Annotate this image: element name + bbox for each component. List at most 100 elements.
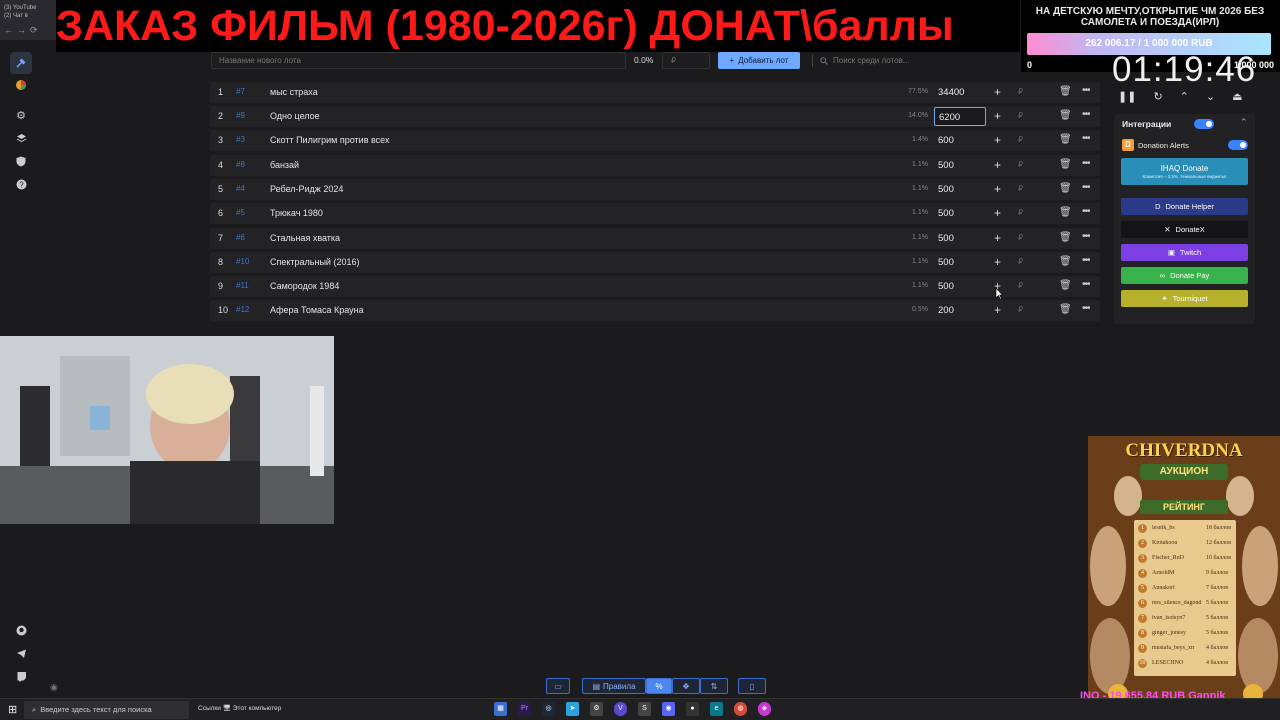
archive-button[interactable]: ▭ xyxy=(546,678,570,694)
currency-input[interactable]: ₽ xyxy=(1018,160,1023,169)
trash-icon[interactable]: 🗑 xyxy=(1059,86,1072,97)
new-lot-amount-input[interactable]: ₽ xyxy=(662,52,710,69)
integrations-toggle[interactable] xyxy=(1194,119,1214,129)
lot-amount[interactable]: 500 xyxy=(934,253,986,272)
lot-amount[interactable]: 200 xyxy=(934,301,986,320)
add-lot-button[interactable]: + Добавить лот xyxy=(718,52,800,69)
lot-amount[interactable]: 500 xyxy=(934,277,986,296)
lot-name[interactable]: Скотт Пилигрим против всех xyxy=(270,135,389,145)
chevron-down-icon[interactable]: ⌄ xyxy=(1206,90,1215,106)
taskbar-links[interactable]: Ссылки 🖥 Этот компьютер xyxy=(198,704,281,712)
add-amount-icon[interactable]: + xyxy=(994,133,1001,147)
telegram-icon[interactable] xyxy=(10,642,32,664)
add-amount-icon[interactable]: + xyxy=(994,182,1001,196)
start-icon[interactable]: ⊞ xyxy=(8,703,17,716)
ihaq-donate-button[interactable]: IHAQ Donate Комиссия – 3,5%. Уникальные … xyxy=(1121,158,1248,185)
more-icon[interactable]: ••• xyxy=(1082,158,1090,169)
discord-app-icon[interactable]: ◉ xyxy=(662,702,675,716)
add-amount-icon[interactable]: + xyxy=(994,303,1001,317)
lot-amount[interactable]: 500 xyxy=(934,229,986,248)
trash-icon[interactable]: 🗑 xyxy=(1059,110,1072,121)
help-icon[interactable]: ? xyxy=(10,173,32,195)
trash-icon[interactable]: 🗑 xyxy=(1059,280,1072,291)
donate-pay-button[interactable]: ∞ Donate Pay xyxy=(1121,267,1248,284)
new-lot-input[interactable]: Название нового лота xyxy=(211,52,626,69)
lot-name[interactable]: Трюкач 1980 xyxy=(270,208,323,218)
more-icon[interactable]: ••• xyxy=(1082,255,1090,266)
add-amount-icon[interactable]: + xyxy=(994,231,1001,245)
add-amount-icon[interactable]: + xyxy=(994,109,1001,123)
calculator-app-icon[interactable]: ▦ xyxy=(494,702,507,716)
more-icon[interactable]: ••• xyxy=(1082,279,1090,290)
browser-tab-chat[interactable]: (2) Чат в xyxy=(4,13,28,19)
lot-amount[interactable]: 500 xyxy=(934,156,986,175)
currency-input[interactable]: ₽ xyxy=(1018,87,1023,96)
back-icon[interactable]: ← xyxy=(4,25,13,35)
gear-icon[interactable]: ⚙ xyxy=(10,104,32,126)
lot-amount[interactable]: 600 xyxy=(934,131,986,150)
pause-icon[interactable]: ❚❚ xyxy=(1118,90,1136,106)
collapse-icon[interactable]: ⌃ xyxy=(1240,117,1248,128)
trash-icon[interactable]: 🗑 xyxy=(1059,183,1072,194)
more-icon[interactable]: ••• xyxy=(1082,133,1090,144)
move-button[interactable]: ✥ xyxy=(672,678,700,694)
lot-name[interactable]: Стальная хватка xyxy=(270,233,340,243)
chrome-app-icon[interactable]: ◍ xyxy=(734,702,747,716)
add-amount-icon[interactable]: + xyxy=(994,85,1001,99)
obs-app-icon[interactable]: ● xyxy=(686,702,699,716)
more-icon[interactable]: ••• xyxy=(1082,206,1090,217)
double-chevron-up-icon[interactable]: ⏏ xyxy=(1232,90,1242,106)
reload-icon[interactable]: ⟳ xyxy=(30,25,38,36)
lot-name[interactable]: банзай xyxy=(270,160,299,170)
donate-helper-button[interactable]: D Donate Helper xyxy=(1121,198,1248,215)
voice-app-icon[interactable]: S xyxy=(638,702,651,716)
currency-input[interactable]: ₽ xyxy=(1018,208,1023,217)
currency-input[interactable]: ₽ xyxy=(1018,305,1023,314)
currency-input[interactable]: ₽ xyxy=(1018,184,1023,193)
lot-name[interactable]: Самородок 1984 xyxy=(270,281,339,291)
settings-app-icon[interactable]: ⚙ xyxy=(590,702,603,716)
percent-button[interactable]: % xyxy=(646,678,672,694)
tourniquet-button[interactable]: ✦ Tourniquet xyxy=(1121,290,1248,307)
clear-button[interactable]: ▯ xyxy=(738,678,766,694)
shield-icon[interactable] xyxy=(10,150,32,172)
steam-app-icon[interactable]: ◎ xyxy=(542,702,555,716)
add-amount-icon[interactable]: + xyxy=(994,206,1001,220)
visibility-icon[interactable]: ◉ xyxy=(50,682,58,693)
currency-input[interactable]: ₽ xyxy=(1018,281,1023,290)
layers-icon[interactable] xyxy=(10,127,32,149)
trash-icon[interactable]: 🗑 xyxy=(1059,207,1072,218)
edge-app-icon[interactable]: e xyxy=(710,702,723,716)
forward-icon[interactable]: → xyxy=(17,25,26,35)
chevron-up-icon[interactable]: ⌃ xyxy=(1180,90,1189,106)
trash-icon[interactable]: 🗑 xyxy=(1059,304,1072,315)
donatex-button[interactable]: ✕ DonateX xyxy=(1121,221,1248,238)
more-icon[interactable]: ••• xyxy=(1082,85,1090,96)
premiere-app-icon[interactable]: Pr xyxy=(518,702,531,716)
trash-icon[interactable]: 🗑 xyxy=(1059,232,1072,243)
rules-button[interactable]: ▤ Правила xyxy=(582,678,646,694)
lot-name[interactable]: Ребел-Ридж 2024 xyxy=(270,184,343,194)
currency-input[interactable]: ₽ xyxy=(1018,111,1023,120)
sort-button[interactable]: ⇅ xyxy=(700,678,728,694)
search-lots-input[interactable]: Поиск среди лотов... xyxy=(816,52,1036,69)
currency-input[interactable]: ₽ xyxy=(1018,233,1023,242)
lot-name[interactable]: мыс страха xyxy=(270,87,318,97)
lot-name[interactable]: Одно целое xyxy=(270,111,320,121)
currency-input[interactable]: ₽ xyxy=(1018,257,1023,266)
twitch-button[interactable]: ▣ Twitch xyxy=(1121,244,1248,261)
wheel-icon[interactable] xyxy=(10,74,32,96)
more-icon[interactable]: ••• xyxy=(1082,303,1090,314)
telegram-app-icon[interactable]: ➤ xyxy=(566,702,579,716)
vpn-app-icon[interactable]: V xyxy=(614,702,627,716)
app-icon[interactable]: ◈ xyxy=(758,702,771,716)
lot-name[interactable]: Афера Томаса Крауна xyxy=(270,305,364,315)
lot-name[interactable]: Спектральный (2016) xyxy=(270,257,359,267)
lot-amount[interactable]: 34400 xyxy=(934,83,986,102)
lot-amount[interactable]: 6200 xyxy=(934,107,986,126)
taskbar-search[interactable]: ⌕ Введите здесь текст для поиска xyxy=(24,701,189,719)
add-amount-icon[interactable]: + xyxy=(994,158,1001,172)
more-icon[interactable]: ••• xyxy=(1082,182,1090,193)
trash-icon[interactable]: 🗑 xyxy=(1059,134,1072,145)
lot-amount[interactable]: 500 xyxy=(934,204,986,223)
